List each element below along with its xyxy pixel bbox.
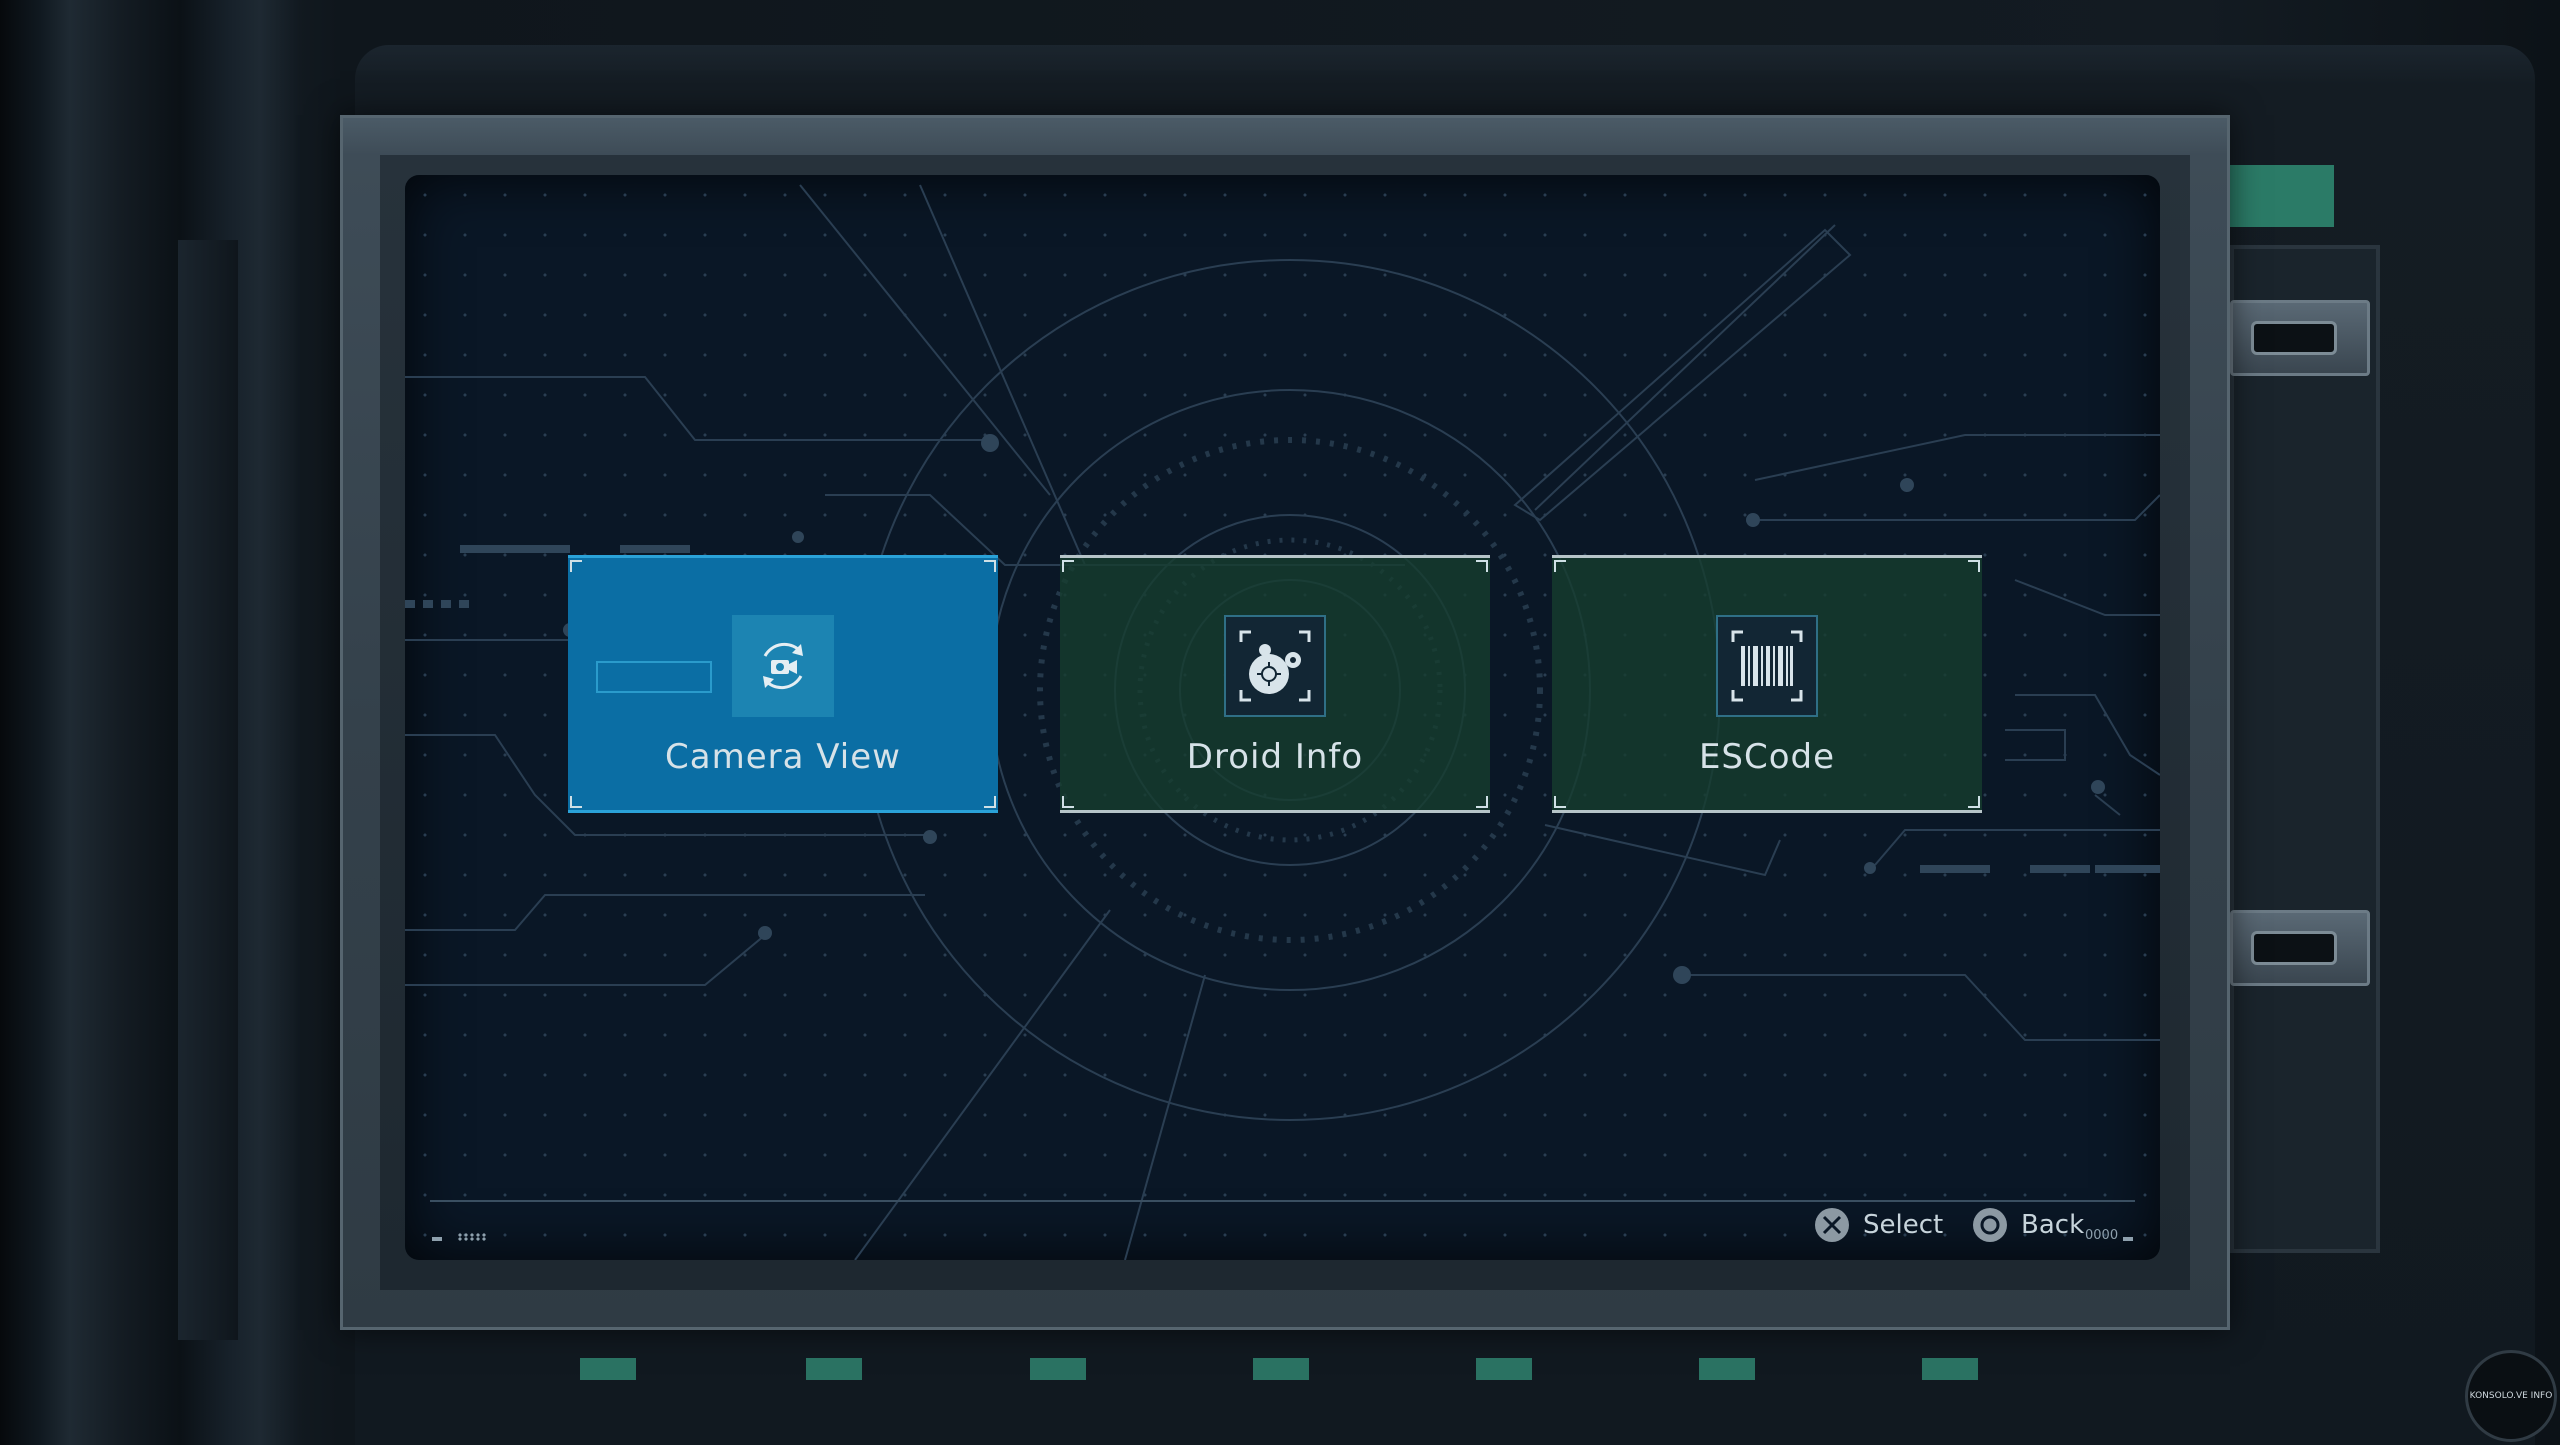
indicator-light bbox=[1699, 1358, 1755, 1380]
circle-button-icon bbox=[1973, 1208, 2007, 1242]
indicator-light bbox=[1030, 1358, 1086, 1380]
left-pillar bbox=[0, 0, 300, 1445]
footer-divider bbox=[430, 1200, 2135, 1202]
card-decoration bbox=[596, 661, 712, 693]
camera-rotate-icon bbox=[732, 615, 834, 717]
watermark-logo: KONSOLO.VE INFO bbox=[2465, 1350, 2557, 1442]
footer-marker bbox=[2123, 1237, 2133, 1241]
latch-bottom bbox=[2230, 910, 2370, 986]
menu-item-droid-info[interactable]: Droid Info bbox=[1060, 555, 1490, 813]
menu-item-camera-view[interactable]: Camera View bbox=[568, 555, 998, 813]
barcode-icon bbox=[1716, 615, 1818, 717]
indicator-light bbox=[806, 1358, 862, 1380]
footer-dots bbox=[457, 1233, 487, 1241]
droid-icon bbox=[1224, 615, 1326, 717]
footer-marker bbox=[432, 1237, 442, 1241]
menu-item-label: Droid Info bbox=[1186, 737, 1364, 777]
latch-top bbox=[2230, 300, 2370, 376]
back-prompt[interactable]: Back bbox=[1973, 1208, 2084, 1242]
watermark-text: KONSOLO.VE INFO bbox=[2469, 1391, 2553, 1401]
cross-button-icon bbox=[1815, 1208, 1849, 1242]
indicator-light bbox=[580, 1358, 636, 1380]
side-panel bbox=[2230, 245, 2380, 1253]
status-light bbox=[2230, 165, 2334, 227]
indicator-light bbox=[1253, 1358, 1309, 1380]
footer-code: 0000 bbox=[2085, 1228, 2119, 1243]
select-label: Select bbox=[1863, 1210, 1944, 1240]
menu-item-label: ESCode bbox=[1698, 737, 1836, 777]
terminal-screen: Camera View Droid Info ESCode Select Bac… bbox=[405, 175, 2160, 1260]
back-label: Back bbox=[2021, 1210, 2085, 1240]
indicator-light bbox=[1476, 1358, 1532, 1380]
indicator-light bbox=[1922, 1358, 1978, 1380]
select-prompt[interactable]: Select bbox=[1815, 1208, 1943, 1242]
menu-item-label: Camera View bbox=[665, 737, 901, 777]
menu-item-escode[interactable]: ESCode bbox=[1552, 555, 1982, 813]
